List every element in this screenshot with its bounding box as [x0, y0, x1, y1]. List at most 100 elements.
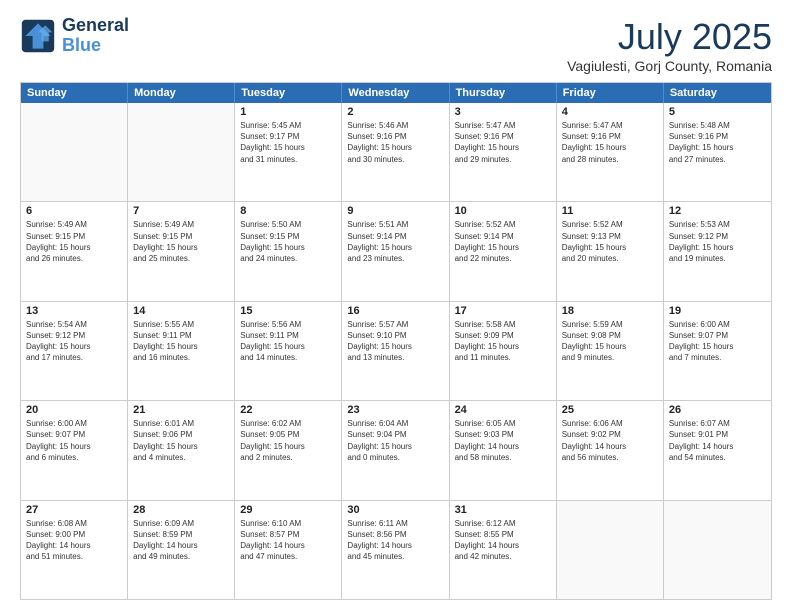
day-number: 3: [455, 106, 551, 118]
calendar-cell-day-18: 18 Sunrise: 5:59 AM Sunset: 9:08 PM Dayli…: [557, 302, 664, 400]
cell-text: Sunrise: 6:11 AM Sunset: 8:56 PM Dayligh…: [347, 518, 443, 563]
day-number: 15: [240, 305, 336, 317]
day-number: 12: [669, 205, 766, 217]
day-number: 14: [133, 305, 229, 317]
header-day-saturday: Saturday: [664, 83, 771, 103]
header-day-friday: Friday: [557, 83, 664, 103]
calendar-cell-day-26: 26 Sunrise: 6:07 AM Sunset: 9:01 PM Dayli…: [664, 401, 771, 499]
calendar-cell-empty: [128, 103, 235, 201]
calendar-cell-day-2: 2 Sunrise: 5:46 AM Sunset: 9:16 PM Daylig…: [342, 103, 449, 201]
day-number: 7: [133, 205, 229, 217]
calendar-cell-day-31: 31 Sunrise: 6:12 AM Sunset: 8:55 PM Dayli…: [450, 501, 557, 599]
day-number: 20: [26, 404, 122, 416]
cell-text: Sunrise: 5:52 AM Sunset: 9:13 PM Dayligh…: [562, 219, 658, 264]
day-number: 21: [133, 404, 229, 416]
cell-text: Sunrise: 5:52 AM Sunset: 9:14 PM Dayligh…: [455, 219, 551, 264]
day-number: 30: [347, 504, 443, 516]
calendar-cell-day-20: 20 Sunrise: 6:00 AM Sunset: 9:07 PM Dayli…: [21, 401, 128, 499]
day-number: 27: [26, 504, 122, 516]
calendar-cell-empty: [664, 501, 771, 599]
cell-text: Sunrise: 5:53 AM Sunset: 9:12 PM Dayligh…: [669, 219, 766, 264]
calendar-cell-day-4: 4 Sunrise: 5:47 AM Sunset: 9:16 PM Daylig…: [557, 103, 664, 201]
calendar-row-2: 6Sunrise: 5:49 AM Sunset: 9:15 PM Daylig…: [21, 202, 771, 301]
calendar-cell-day-24: 24Sunrise: 6:05 AM Sunset: 9:03 PM Dayli…: [450, 401, 557, 499]
cell-text: Sunrise: 5:47 AM Sunset: 9:16 PM Dayligh…: [455, 120, 551, 165]
cell-text: Sunrise: 6:09 AM Sunset: 8:59 PM Dayligh…: [133, 518, 229, 563]
calendar-cell-day-10: 10 Sunrise: 5:52 AM Sunset: 9:14 PM Dayli…: [450, 202, 557, 300]
cell-text: Sunrise: 6:00 AM Sunset: 9:07 PM Dayligh…: [26, 418, 122, 463]
cell-text: Sunrise: 5:58 AM Sunset: 9:09 PM Dayligh…: [455, 319, 551, 364]
calendar-row-4: 20 Sunrise: 6:00 AM Sunset: 9:07 PM Dayli…: [21, 401, 771, 500]
calendar-cell-day-16: 16Sunrise: 5:57 AM Sunset: 9:10 PM Dayli…: [342, 302, 449, 400]
day-number: 16: [347, 305, 443, 317]
cell-text: Sunrise: 6:10 AM Sunset: 8:57 PM Dayligh…: [240, 518, 336, 563]
calendar-cell-day-1: 1Sunrise: 5:45 AM Sunset: 9:17 PM Daylig…: [235, 103, 342, 201]
day-number: 2: [347, 106, 443, 118]
calendar-cell-day-17: 17 Sunrise: 5:58 AM Sunset: 9:09 PM Dayli…: [450, 302, 557, 400]
header-day-monday: Monday: [128, 83, 235, 103]
calendar-cell-day-27: 27 Sunrise: 6:08 AM Sunset: 9:00 PM Dayli…: [21, 501, 128, 599]
cell-text: Sunrise: 6:04 AM Sunset: 9:04 PM Dayligh…: [347, 418, 443, 463]
day-number: 22: [240, 404, 336, 416]
calendar-cell-day-29: 29 Sunrise: 6:10 AM Sunset: 8:57 PM Dayli…: [235, 501, 342, 599]
cell-text: Sunrise: 6:07 AM Sunset: 9:01 PM Dayligh…: [669, 418, 766, 463]
cell-text: Sunrise: 6:06 AM Sunset: 9:02 PM Dayligh…: [562, 418, 658, 463]
cell-text: Sunrise: 5:49 AM Sunset: 9:15 PM Dayligh…: [133, 219, 229, 264]
day-number: 8: [240, 205, 336, 217]
cell-text: Sunrise: 5:54 AM Sunset: 9:12 PM Dayligh…: [26, 319, 122, 364]
header-day-tuesday: Tuesday: [235, 83, 342, 103]
day-number: 31: [455, 504, 551, 516]
day-number: 4: [562, 106, 658, 118]
cell-text: Sunrise: 6:02 AM Sunset: 9:05 PM Dayligh…: [240, 418, 336, 463]
subtitle: Vagiulesti, Gorj County, Romania: [567, 58, 772, 74]
cell-text: Sunrise: 5:55 AM Sunset: 9:11 PM Dayligh…: [133, 319, 229, 364]
logo-line2: Blue: [62, 36, 129, 56]
logo: General Blue: [20, 16, 129, 56]
cell-text: Sunrise: 5:51 AM Sunset: 9:14 PM Dayligh…: [347, 219, 443, 264]
day-number: 25: [562, 404, 658, 416]
day-number: 17: [455, 305, 551, 317]
calendar-cell-day-30: 30 Sunrise: 6:11 AM Sunset: 8:56 PM Dayli…: [342, 501, 449, 599]
day-number: 1: [240, 106, 336, 118]
calendar-cell-day-5: 5Sunrise: 5:48 AM Sunset: 9:16 PM Daylig…: [664, 103, 771, 201]
cell-text: Sunrise: 5:59 AM Sunset: 9:08 PM Dayligh…: [562, 319, 658, 364]
calendar-cell-day-21: 21Sunrise: 6:01 AM Sunset: 9:06 PM Dayli…: [128, 401, 235, 499]
calendar-header: SundayMondayTuesdayWednesdayThursdayFrid…: [21, 83, 771, 103]
calendar-cell-empty: [557, 501, 664, 599]
header-day-wednesday: Wednesday: [342, 83, 449, 103]
calendar-cell-day-11: 11 Sunrise: 5:52 AM Sunset: 9:13 PM Dayli…: [557, 202, 664, 300]
cell-text: Sunrise: 6:08 AM Sunset: 9:00 PM Dayligh…: [26, 518, 122, 563]
cell-text: Sunrise: 6:05 AM Sunset: 9:03 PM Dayligh…: [455, 418, 551, 463]
header: General Blue July 2025 Vagiulesti, Gorj …: [20, 16, 772, 74]
logo-line1: General: [62, 16, 129, 36]
page: General Blue July 2025 Vagiulesti, Gorj …: [0, 0, 792, 612]
calendar-cell-day-12: 12 Sunrise: 5:53 AM Sunset: 9:12 PM Dayli…: [664, 202, 771, 300]
day-number: 11: [562, 205, 658, 217]
cell-text: Sunrise: 6:12 AM Sunset: 8:55 PM Dayligh…: [455, 518, 551, 563]
month-title: July 2025: [567, 16, 772, 58]
day-number: 26: [669, 404, 766, 416]
day-number: 10: [455, 205, 551, 217]
calendar-row-1: 1Sunrise: 5:45 AM Sunset: 9:17 PM Daylig…: [21, 103, 771, 202]
calendar-cell-day-19: 19Sunrise: 6:00 AM Sunset: 9:07 PM Dayli…: [664, 302, 771, 400]
cell-text: Sunrise: 5:49 AM Sunset: 9:15 PM Dayligh…: [26, 219, 122, 264]
calendar-cell-day-8: 8 Sunrise: 5:50 AM Sunset: 9:15 PM Daylig…: [235, 202, 342, 300]
calendar-body: 1Sunrise: 5:45 AM Sunset: 9:17 PM Daylig…: [21, 103, 771, 599]
day-number: 23: [347, 404, 443, 416]
calendar-cell-day-28: 28Sunrise: 6:09 AM Sunset: 8:59 PM Dayli…: [128, 501, 235, 599]
cell-text: Sunrise: 5:46 AM Sunset: 9:16 PM Dayligh…: [347, 120, 443, 165]
cell-text: Sunrise: 5:50 AM Sunset: 9:15 PM Dayligh…: [240, 219, 336, 264]
calendar-cell-day-22: 22 Sunrise: 6:02 AM Sunset: 9:05 PM Dayli…: [235, 401, 342, 499]
day-number: 29: [240, 504, 336, 516]
day-number: 5: [669, 106, 766, 118]
cell-text: Sunrise: 5:47 AM Sunset: 9:16 PM Dayligh…: [562, 120, 658, 165]
calendar-cell-day-25: 25 Sunrise: 6:06 AM Sunset: 9:02 PM Dayli…: [557, 401, 664, 499]
logo-icon: [20, 18, 56, 54]
calendar-cell-day-9: 9Sunrise: 5:51 AM Sunset: 9:14 PM Daylig…: [342, 202, 449, 300]
calendar-cell-day-14: 14 Sunrise: 5:55 AM Sunset: 9:11 PM Dayli…: [128, 302, 235, 400]
header-day-thursday: Thursday: [450, 83, 557, 103]
calendar-cell-day-3: 3 Sunrise: 5:47 AM Sunset: 9:16 PM Daylig…: [450, 103, 557, 201]
calendar-cell-empty: [21, 103, 128, 201]
cell-text: Sunrise: 6:00 AM Sunset: 9:07 PM Dayligh…: [669, 319, 766, 364]
day-number: 18: [562, 305, 658, 317]
